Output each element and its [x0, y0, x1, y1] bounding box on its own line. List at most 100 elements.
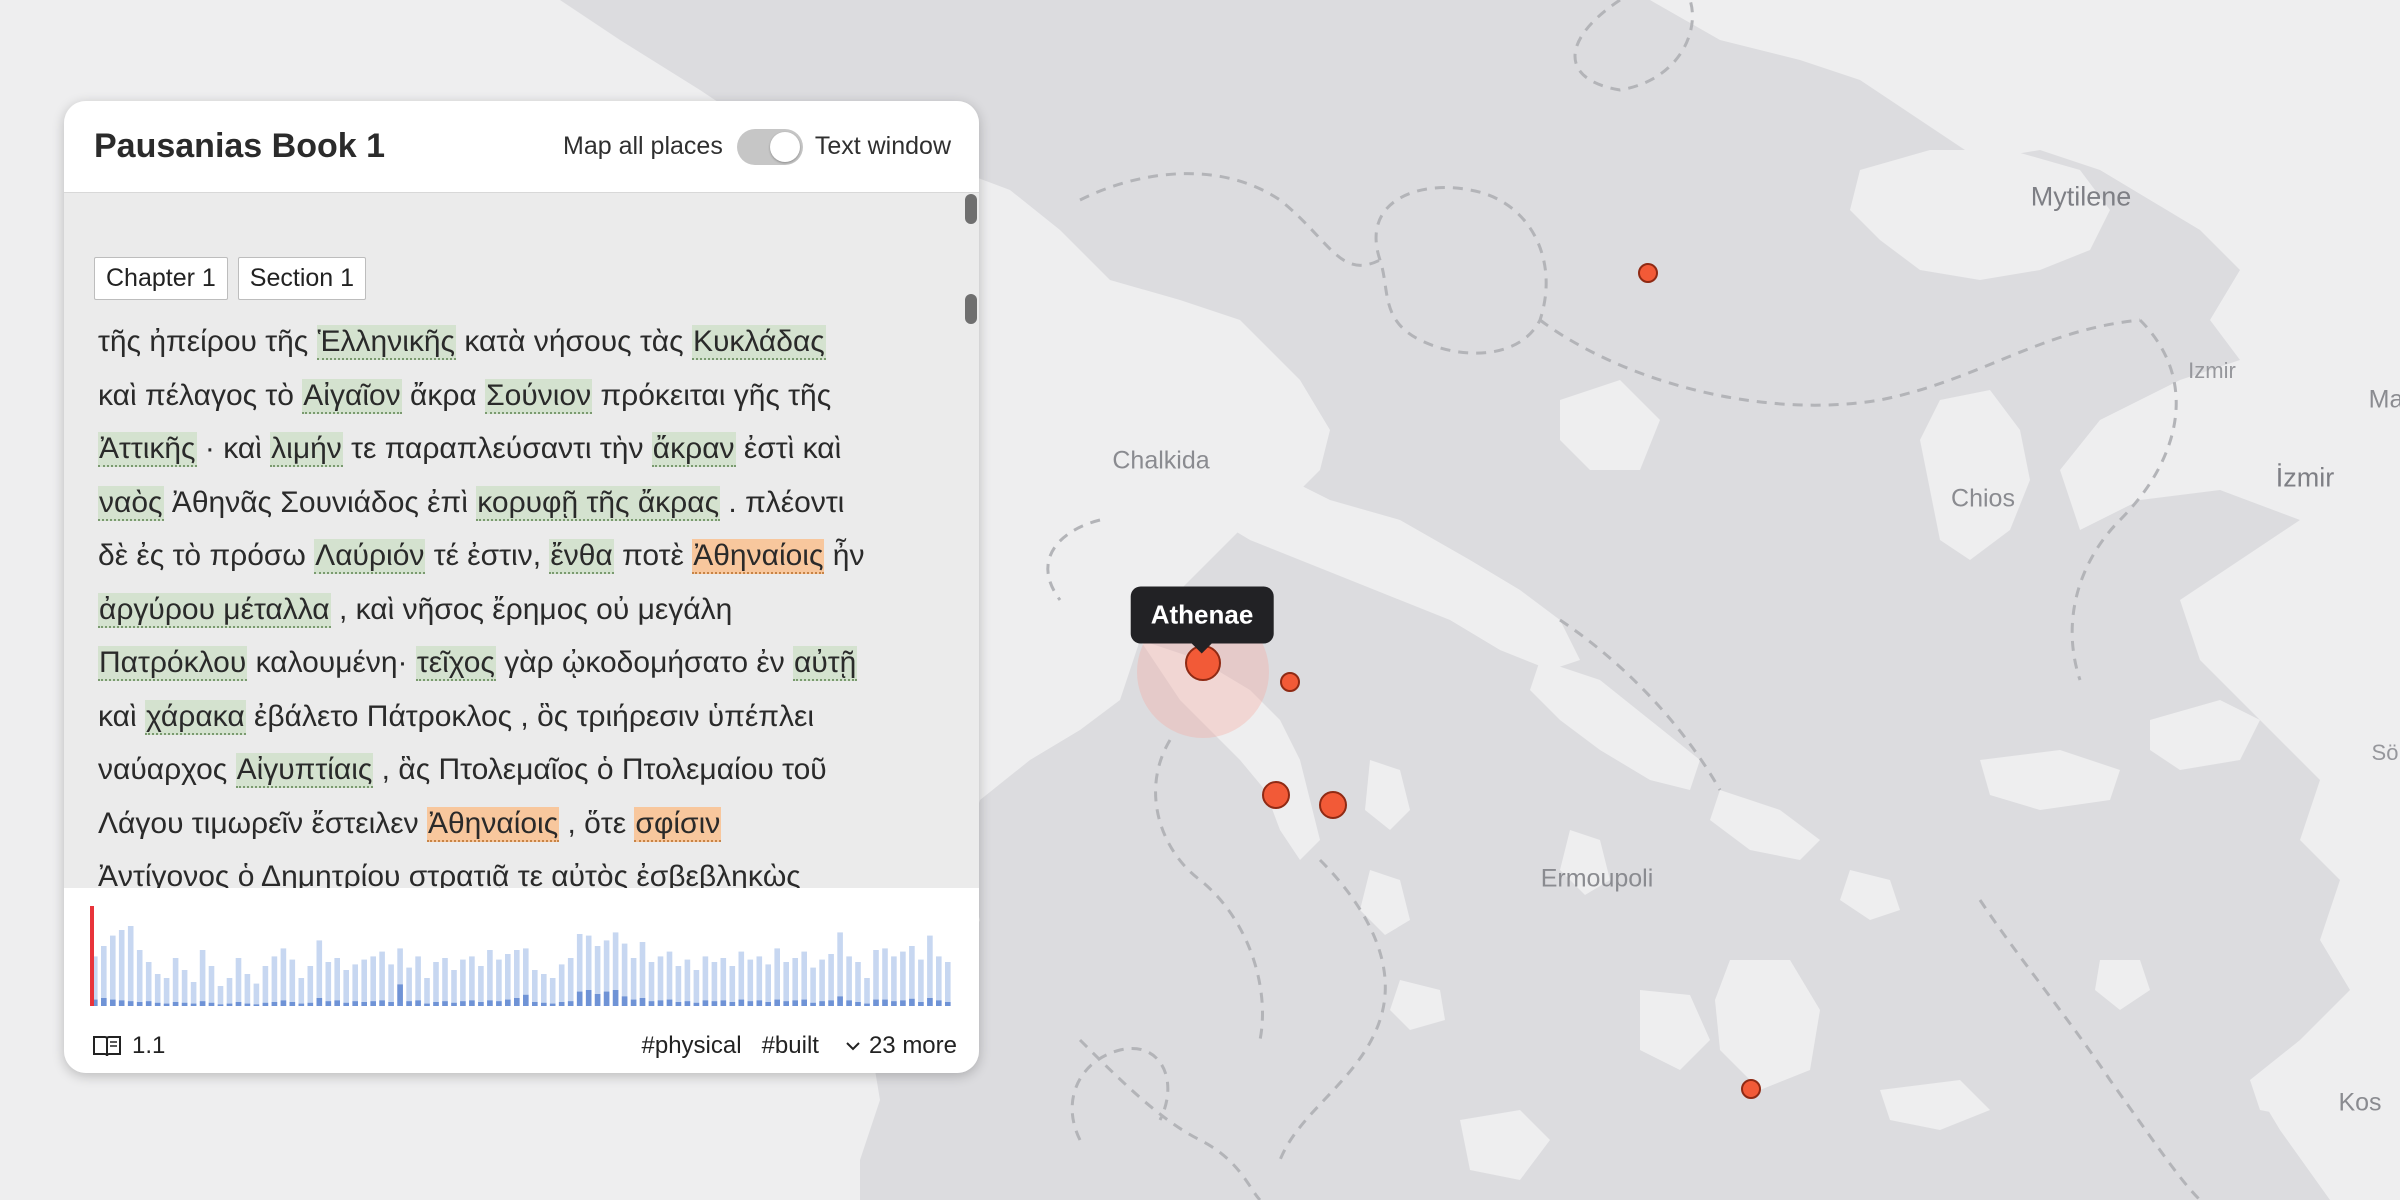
timeline-bar[interactable] [172, 958, 179, 1006]
timeline-bar[interactable] [855, 962, 861, 1006]
place-reference[interactable]: ἔνθα [549, 539, 614, 574]
timeline-bar[interactable] [693, 970, 700, 1006]
timeline-bar[interactable] [666, 951, 673, 1006]
timeline-bar[interactable] [208, 966, 215, 1006]
timeline-bar[interactable] [334, 958, 340, 1006]
place-reference[interactable]: ἄκραν [651, 432, 736, 467]
timeline-bar[interactable] [442, 958, 448, 1006]
timeline-bar[interactable] [657, 956, 664, 1006]
timeline-bar[interactable] [190, 982, 197, 1006]
timeline-bar[interactable] [909, 946, 915, 1006]
timeline-bar[interactable] [379, 951, 385, 1006]
timeline-bar[interactable] [163, 978, 170, 1006]
timeline-bar[interactable] [415, 956, 421, 1006]
tag-built[interactable]: #built [762, 1032, 819, 1060]
timeline-bar[interactable] [505, 954, 511, 1006]
timeline-bar[interactable] [819, 959, 825, 1006]
place-reference[interactable]: αὐτῇ [793, 646, 858, 681]
place-marker[interactable] [1280, 672, 1300, 692]
timeline-bar[interactable] [316, 940, 323, 1006]
timeline-bar[interactable] [217, 986, 224, 1006]
timeline-bar[interactable] [424, 978, 430, 1006]
timeline-bar[interactable] [244, 974, 251, 1006]
place-marker[interactable] [1638, 263, 1658, 283]
timeline-bar[interactable] [810, 967, 816, 1006]
timeline-bar[interactable] [280, 948, 287, 1006]
timeline-bar[interactable] [774, 948, 780, 1006]
timeline-bar[interactable] [873, 950, 879, 1006]
timeline-bar[interactable] [361, 959, 367, 1006]
timeline-bar[interactable] [837, 932, 843, 1006]
timeline-bar[interactable] [145, 962, 152, 1006]
timeline-bar[interactable] [801, 951, 807, 1006]
timeline-bar[interactable] [514, 950, 520, 1006]
place-reference[interactable]: ἀργύρου μέταλλα [98, 592, 331, 628]
timeline-bar[interactable] [289, 959, 296, 1006]
timeline-bar[interactable] [101, 946, 107, 1006]
place-reference[interactable]: ναὸς [98, 485, 164, 521]
timeline-bar[interactable] [352, 964, 358, 1006]
timeline-bar[interactable] [738, 951, 745, 1006]
place-reference[interactable]: λιμήν [270, 432, 343, 467]
timeline-bar[interactable] [846, 956, 852, 1006]
timeline-bar[interactable] [882, 948, 888, 1006]
timeline-bar[interactable] [271, 956, 278, 1006]
timeline-bar[interactable] [864, 978, 870, 1006]
timeline-bar[interactable] [388, 964, 394, 1006]
timeline-bar[interactable] [478, 966, 484, 1006]
place-reference[interactable]: κορυφῇ τῆς ἄκρας [476, 485, 721, 521]
timeline-bar[interactable] [226, 978, 233, 1006]
timeline-bar[interactable] [325, 962, 332, 1006]
timeline-bar[interactable] [181, 970, 188, 1006]
timeline-bar[interactable] [451, 970, 457, 1006]
timeline-bar[interactable] [469, 956, 475, 1006]
timeline-bar[interactable] [199, 950, 206, 1006]
timeline-bar[interactable] [487, 950, 493, 1006]
timeline-bar[interactable] [684, 959, 691, 1006]
chapter-chip[interactable]: Chapter 1 [94, 257, 228, 300]
place-reference[interactable]: Αἰγαῖον [302, 378, 402, 414]
timeline-bar[interactable] [765, 964, 771, 1006]
scrollbar-thumb-indicator[interactable] [965, 194, 977, 224]
timeline-bar[interactable] [639, 942, 646, 1006]
timeline-bar[interactable] [307, 966, 314, 1006]
timeline-bar[interactable] [127, 926, 134, 1006]
timeline-bar[interactable] [262, 966, 269, 1006]
timeline-bar[interactable] [541, 974, 547, 1006]
timeline-bar[interactable] [235, 958, 242, 1006]
timeline-bar[interactable] [675, 966, 682, 1006]
timeline-bar[interactable] [900, 951, 906, 1006]
timeline-bar[interactable] [558, 964, 565, 1006]
timeline-bar[interactable] [729, 966, 736, 1006]
timeline-bar[interactable] [532, 970, 538, 1006]
timeline-bar[interactable] [918, 959, 924, 1006]
scrollbar-thumb[interactable] [965, 294, 977, 324]
timeline-bar[interactable] [154, 974, 161, 1006]
place-reference[interactable]: τεῖχος [415, 646, 496, 681]
timeline-bar[interactable] [630, 958, 637, 1006]
timeline-bar[interactable] [298, 978, 305, 1006]
timeline-bar[interactable] [496, 959, 502, 1006]
place-reference[interactable]: Κυκλάδας [691, 325, 826, 360]
place-reference[interactable]: Ἑλληνικῆς [316, 325, 457, 360]
timeline-bar[interactable] [118, 930, 125, 1006]
place-reference[interactable]: Σούνιον [485, 378, 593, 414]
timeline-bar[interactable] [136, 950, 143, 1006]
timeline-histogram[interactable] [84, 906, 979, 1016]
timeline-bar[interactable] [702, 956, 709, 1006]
place-reference[interactable]: Αἰγυπτίαις [235, 753, 374, 788]
timeline-bar[interactable] [936, 956, 942, 1006]
people-reference[interactable]: σφίσιν [634, 806, 722, 842]
timeline-bar[interactable] [720, 958, 727, 1006]
timeline-bar[interactable] [711, 962, 718, 1006]
section-chip[interactable]: Section 1 [237, 257, 367, 300]
timeline-bar[interactable] [891, 956, 897, 1006]
timeline-bar[interactable] [747, 959, 754, 1006]
timeline-bar[interactable] [567, 958, 574, 1006]
place-marker[interactable] [1741, 1079, 1761, 1099]
timeline-bar[interactable] [110, 935, 116, 1006]
people-reference[interactable]: Ἀθηναίοις [426, 806, 560, 842]
timeline-bar[interactable] [792, 958, 798, 1006]
timeline-bar[interactable] [406, 967, 412, 1006]
timeline-bar[interactable] [828, 954, 834, 1006]
